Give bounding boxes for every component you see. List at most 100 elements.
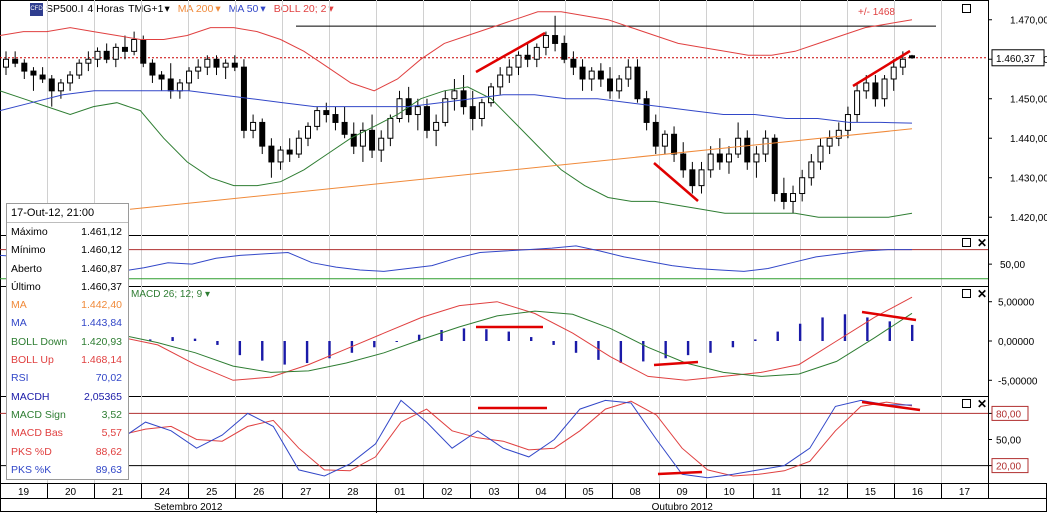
macd-tick-label: 0,00000 [998,337,1035,348]
candle-body [433,121,440,131]
x-tick-label: 02 [441,487,453,498]
candle-body [542,35,549,48]
data-window-value: 88,62 [95,445,122,458]
month-label: Outubro 2012 [652,502,714,513]
macd-panel-close-icon[interactable]: ✕ [977,288,987,300]
candle-body [451,90,458,100]
candle-body [552,35,559,44]
data-window-row: MA 1.443,84 [7,314,128,332]
candle-body [231,62,238,68]
candle-body [579,66,586,80]
data-window-value: 1.442,40 [81,299,122,312]
candle-body [332,114,339,123]
macd-histogram-bar [574,341,578,353]
macd-indicator-label[interactable]: MACD 26; 12; 9 ▾ [131,289,210,300]
x-tick-label: 04 [535,487,547,498]
candle-body [305,125,311,139]
price-tick-label: 1.420,00 [1010,213,1047,224]
candle-body [808,161,815,179]
macd-histogram-bar [171,337,174,341]
candle-body [195,66,202,72]
candle-body [85,58,92,64]
candle-body [3,58,9,68]
rsi-panel-close-icon[interactable]: ✕ [977,237,987,249]
candle-body [607,78,613,92]
candle-body [515,54,522,68]
candle-body [140,38,147,64]
stock-chart[interactable]: 19 20 21 24 25 26 27 28 01 02 03 04 05 08 09 10 11 12 15 16… [0,0,1047,513]
candle-body [826,137,833,147]
price-tick-label: 1.430,00 [1010,174,1047,185]
macd-histogram-bar [507,331,510,341]
pks-panel-maximize-button[interactable] [962,399,971,408]
pks-panel-close-icon[interactable]: ✕ [977,398,987,410]
candle-body [39,74,46,80]
data-window-value: 1.460,37 [81,280,122,293]
candle-body [423,106,430,131]
x-tick-label: 05 [583,487,595,498]
data-window-value: 5,57 [101,427,122,440]
data-window-value: 1.420,93 [81,335,122,348]
data-window-label: MACDH [11,390,50,403]
candle-body [634,66,641,100]
data-window-value: 1.443,84 [81,317,122,330]
price-tick-label: 1.450,00 [1010,95,1047,106]
candle-body [268,145,275,163]
macd-histogram-bar [462,328,466,341]
candle-body [94,50,101,60]
data-window-value: 70,02 [95,372,122,385]
candle-body [204,58,211,68]
candle-body [103,50,110,60]
data-window-rows: Máximo 1.461,12 Mínimo 1.460,12 Aberto 1.460,… [7,223,128,479]
x-tick-label: 01 [394,487,406,498]
data-window-value: 89,63 [95,463,122,476]
candle-body [524,54,531,60]
data-window-row: RSI 70,02 [7,369,128,387]
pks-k-line [119,399,913,479]
data-window-value: 1.461,12 [81,226,122,238]
candle-body [286,149,293,155]
candle-body [48,78,55,92]
data-window-row: MACDH 2,05365 [7,388,128,406]
price-tick-label: 1.440,00 [1010,134,1047,145]
candle-body [753,153,760,163]
candle-body [698,169,705,187]
candle-body [222,62,229,68]
data-window-row: Mínimo 1.460,12 [7,241,128,259]
macd-histogram-bar [686,341,690,356]
macd-main-line [119,296,913,381]
candle-body [295,137,302,155]
candle-body [643,98,650,123]
data-window-label: Mínimo [11,244,46,257]
macd-histogram-bar [709,341,712,353]
candle-body [588,70,595,80]
candle-body [112,46,119,60]
price-panel-maximize-button[interactable] [962,4,971,13]
candle-body [67,74,74,84]
candle-body [131,38,138,52]
candle-body [680,153,687,171]
macd-histogram-bar [440,330,443,341]
candle-body [790,193,797,202]
macd-histogram-bar [305,341,309,363]
macd-histogram-bar [843,314,847,341]
macd-histogram-bar [485,329,488,341]
alert-label[interactable]: +/- 1468 [858,7,895,18]
data-window-row: Último 1.460,37 [7,278,128,296]
macd-histogram-bar [193,338,197,341]
data-window-row: MACD Sign 3,52 [7,406,128,424]
macd-panel-maximize-button[interactable] [962,289,971,298]
macd-dropdown-icon[interactable]: ▾ [205,289,210,300]
data-window-date: 17-Out-12, 21:00 [7,204,128,223]
x-tick-label: 10 [724,487,736,498]
candle-body [149,62,156,76]
x-tick-label: 03 [488,487,500,498]
data-window-value: 1.460,12 [81,244,122,257]
macd-histogram-bar [911,324,914,341]
data-window-value: 1.468,14 [81,354,122,367]
data-window-label: PKS %D [11,445,52,458]
macd-histogram-bar [888,321,891,341]
rsi-panel-maximize-button[interactable] [962,238,971,247]
macd-histogram-bar [261,341,264,361]
data-window-label: Último [11,280,41,293]
